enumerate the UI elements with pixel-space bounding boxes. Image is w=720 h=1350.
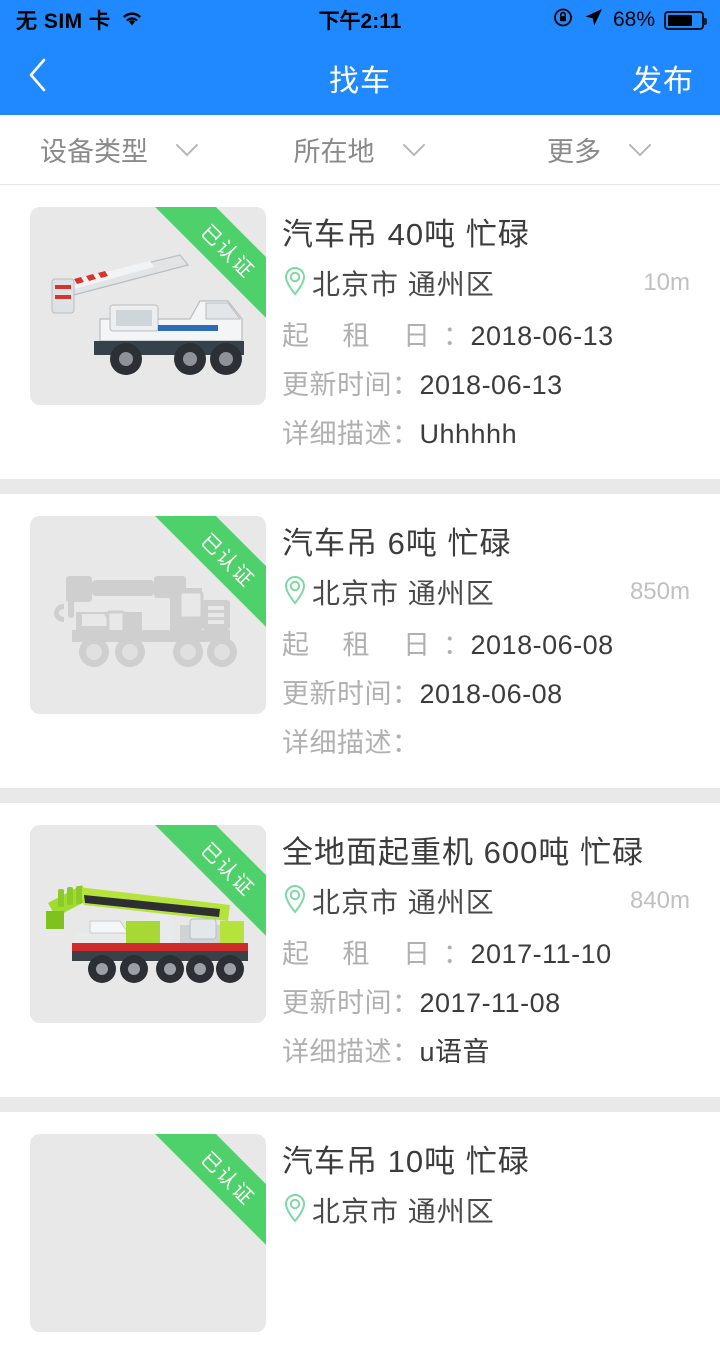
list-item[interactable]: 已认证 汽车吊 6吨 忙碌 北京市 通州区 850m 起 租 日：2018-06… [0,494,720,788]
list-separator [0,1097,720,1112]
listing-description-row: 详细描述：u语音 [282,1030,690,1069]
chevron-down-icon [174,134,200,165]
map-pin-icon [282,883,308,920]
crane-placeholder-icon [30,516,266,714]
rent-date-label: 起 租 日 [282,630,444,660]
all-terrain-crane-photo [30,825,266,1023]
update-time-label: 更新时间 [282,679,392,709]
filter-more[interactable]: 更多 [480,130,720,169]
colon: ： [392,679,420,709]
listing-info: 汽车吊 40吨 忙碌 北京市 通州区 10m 起 租 日：2018-06-13 … [266,207,720,461]
filter-label: 设备类型 [40,137,148,167]
update-time-label: 更新时间 [282,988,392,1018]
listing-description-row: 详细描述： [282,721,690,760]
listing-thumbnail[interactable]: 已认证 [30,825,266,1023]
update-time-value: 2018-06-13 [419,370,563,400]
rotation-lock-icon [553,7,574,34]
listing-location-row: 北京市 通州区 840m [282,881,690,921]
listing-location: 北京市 通州区 [312,1196,495,1227]
listing-title: 全地面起重机 600吨 忙碌 [282,835,644,870]
rent-date-value: 2017-11-10 [470,939,612,969]
listing-title: 汽车吊 40吨 忙碌 [282,217,530,252]
colon: ： [392,419,420,449]
filter-bar: 设备类型 所在地 更多 [0,115,720,185]
listing-title: 汽车吊 10吨 忙碌 [282,1144,530,1179]
description-label: 详细描述 [282,419,392,449]
description-value: Uhhhhh [419,419,518,449]
listing-location-row: 北京市 通州区 [282,1190,690,1230]
list-separator [0,479,720,494]
colon: ： [443,939,471,969]
listing-distance: 10m [643,269,690,296]
status-bar-left: 无 SIM 卡 [16,5,144,35]
listing-rent-date-row: 起 租 日：2018-06-08 [282,623,690,662]
chevron-down-icon [627,134,653,165]
description-label: 详细描述 [282,1037,392,1067]
status-bar-right: 68% [553,7,707,34]
colon: ： [392,988,420,1018]
listing-rent-date-row: 起 租 日：2017-11-10 [282,932,690,971]
rent-date-value: 2018-06-13 [470,321,614,351]
listing-update-time-row: 更新时间：2017-11-08 [282,981,690,1020]
listing-distance: 850m [629,578,690,605]
update-time-label: 更新时间 [282,370,392,400]
update-time-value: 2017-11-08 [419,988,561,1018]
list-item[interactable]: 已认证 汽车吊 10吨 忙碌 北京市 通州区 [0,1112,720,1350]
list-item[interactable]: 已认证 汽车吊 40吨 忙碌 北京市 通州区 10m 起 租 日：2018-06… [0,185,720,479]
listing-distance: 840m [629,887,690,914]
listing-list: 已认证 汽车吊 40吨 忙碌 北京市 通州区 10m 起 租 日：2018-06… [0,185,720,1350]
battery-icon [664,10,707,30]
colon: ： [392,370,420,400]
listing-rent-date-row: 起 租 日：2018-06-13 [282,314,690,353]
rent-date-label: 起 租 日 [282,939,444,969]
listing-thumbnail[interactable]: 已认证 [30,1134,266,1332]
nav-bar: 找车 发布 [0,40,720,115]
colon: ： [392,1037,420,1067]
colon: ： [392,728,420,758]
back-button[interactable] [26,58,66,98]
wifi-icon [120,8,144,33]
publish-button[interactable]: 发布 [632,56,694,100]
map-pin-icon [282,574,308,611]
listing-title: 汽车吊 6吨 忙碌 [282,526,512,561]
location-arrow-icon [583,7,604,34]
filter-location[interactable]: 所在地 [240,130,480,169]
listing-thumbnail[interactable]: 已认证 [30,207,266,405]
chevron-down-icon [401,134,427,165]
chevron-left-icon [26,55,50,100]
listing-description-row: 详细描述：Uhhhhh [282,412,690,451]
description-label: 详细描述 [282,728,392,758]
listing-thumbnail[interactable]: 已认证 [30,516,266,714]
filter-label: 所在地 [293,137,375,167]
listing-location: 北京市 通州区 [312,269,495,300]
listing-info: 全地面起重机 600吨 忙碌 北京市 通州区 840m 起 租 日：2017-1… [266,825,720,1079]
list-item[interactable]: 已认证 全地面起重机 600吨 忙碌 北京市 通州区 840m 起 租 日：20… [0,803,720,1097]
listing-location-row: 北京市 通州区 10m [282,263,690,303]
page-title: 找车 [329,64,391,98]
listing-info: 汽车吊 6吨 忙碌 北京市 通州区 850m 起 租 日：2018-06-08 … [266,516,720,770]
list-separator [0,788,720,803]
description-value: u语音 [419,1037,491,1067]
colon: ： [443,321,471,351]
truck-crane-photo [30,1134,266,1332]
map-pin-icon [282,1192,308,1229]
rent-date-value: 2018-06-08 [470,630,614,660]
carrier-label: 无 SIM 卡 [16,10,111,33]
listing-update-time-row: 更新时间：2018-06-08 [282,672,690,711]
rent-date-label: 起 租 日 [282,321,444,351]
filter-label: 更多 [547,137,601,167]
update-time-value: 2018-06-08 [419,679,563,709]
listing-location: 北京市 通州区 [312,887,495,918]
truck-crane-photo [30,207,266,405]
listing-location-row: 北京市 通州区 850m [282,572,690,612]
map-pin-icon [282,265,308,302]
listing-update-time-row: 更新时间：2018-06-13 [282,363,690,402]
status-bar: 无 SIM 卡 下午2:11 68% [0,0,720,40]
battery-percent-label: 68% [612,8,655,31]
filter-equipment-type[interactable]: 设备类型 [0,130,240,169]
listing-info: 汽车吊 10吨 忙碌 北京市 通州区 [266,1134,720,1332]
colon: ： [443,630,471,660]
listing-location: 北京市 通州区 [312,578,495,609]
